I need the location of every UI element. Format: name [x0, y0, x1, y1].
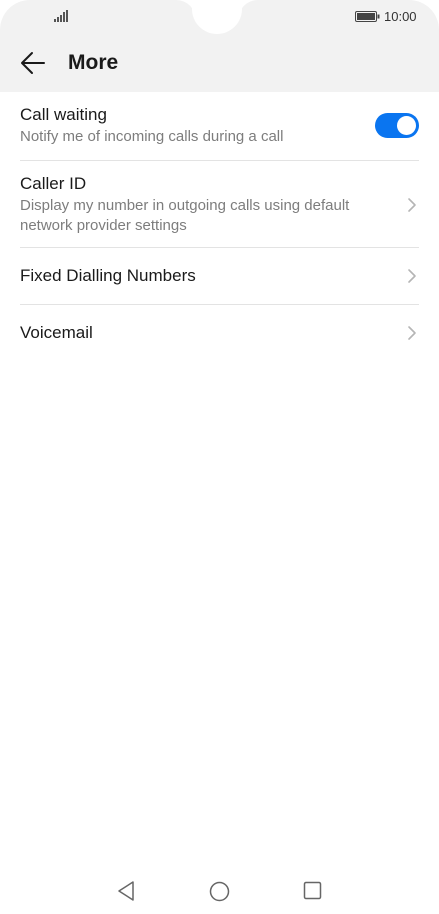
- settings-list: Call waiting Notify me of incoming calls…: [0, 92, 439, 362]
- signal-icon: [54, 10, 68, 22]
- fixed-dialling-numbers-item[interactable]: Fixed Dialling Numbers: [20, 248, 419, 305]
- status-bar: 10:00: [0, 0, 439, 34]
- caller-id-description: Display my number in outgoing calls usin…: [20, 197, 350, 234]
- voicemail-label: Voicemail: [20, 323, 93, 342]
- screen-corner: [0, 0, 30, 30]
- call-waiting-label: Call waiting: [20, 105, 107, 124]
- call-waiting-description: Notify me of incoming calls during a cal…: [20, 128, 284, 145]
- circle-home-icon[interactable]: [209, 881, 230, 902]
- chevron-right-icon: [408, 269, 416, 283]
- chevron-right-icon: [408, 198, 416, 212]
- page-title: More: [68, 51, 119, 74]
- caller-id-item[interactable]: Caller ID Display my number in outgoing …: [20, 161, 419, 248]
- voicemail-item[interactable]: Voicemail: [20, 305, 419, 362]
- call-waiting-toggle[interactable]: [375, 113, 419, 138]
- call-waiting-item[interactable]: Call waiting Notify me of incoming calls…: [20, 92, 419, 161]
- square-recents-icon[interactable]: [303, 881, 322, 900]
- chevron-right-icon: [408, 326, 416, 340]
- app-bar: More: [0, 34, 439, 92]
- caller-id-label: Caller ID: [20, 174, 87, 193]
- fixed-dialling-numbers-label: Fixed Dialling Numbers: [20, 266, 196, 285]
- arrow-left-icon[interactable]: [20, 50, 46, 76]
- status-time: 10:00: [384, 9, 417, 24]
- battery-icon: [355, 11, 380, 22]
- triangle-back-icon[interactable]: [116, 880, 136, 902]
- camera-notch: [192, 0, 242, 34]
- navigation-bar: [0, 868, 439, 914]
- toggle-knob: [397, 116, 416, 135]
